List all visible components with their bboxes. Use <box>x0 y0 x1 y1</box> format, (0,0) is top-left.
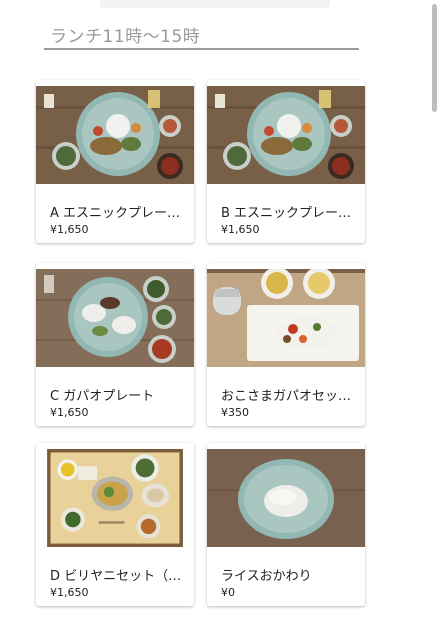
menu-card[interactable]: C ガパオプレート ¥1,650 <box>36 263 194 426</box>
menu-item-name: A エスニックプレー… <box>50 206 181 221</box>
section-header: ランチ11時〜15時 <box>44 18 359 50</box>
rice-refill-photo <box>207 449 365 547</box>
menu-item-price: ¥1,650 <box>221 223 260 236</box>
ethnic-plate-photo <box>36 86 194 184</box>
menu-item-name: C ガパオプレート <box>50 389 155 404</box>
menu-item-price: ¥1,650 <box>50 406 89 419</box>
menu-item-name: ライスおかわり <box>221 569 312 584</box>
menu-item-name: D ビリヤニセット（… <box>50 569 182 584</box>
kids-gapao-photo <box>207 269 365 367</box>
gapao-plate-photo <box>36 269 194 367</box>
ethnic-plate-photo <box>207 86 365 184</box>
menu-item-price: ¥350 <box>221 406 249 419</box>
top-bar-remnant <box>100 0 330 8</box>
menu-item-price: ¥1,650 <box>50 223 89 236</box>
menu-item-name: B エスニックプレー… <box>221 206 352 221</box>
menu-card[interactable]: おこさまガパオセッ… ¥350 <box>207 263 365 426</box>
section-title: ランチ11時〜15時 <box>50 27 201 47</box>
menu-item-name: おこさまガパオセッ… <box>221 389 352 404</box>
menu-card[interactable]: ライスおかわり ¥0 <box>207 443 365 606</box>
menu-card[interactable]: B エスニックプレー… ¥1,650 <box>207 80 365 243</box>
menu-item-price: ¥1,650 <box>50 586 89 599</box>
biryani-set-photo <box>36 449 194 547</box>
menu-card[interactable]: D ビリヤニセット（… ¥1,650 <box>36 443 194 606</box>
scrollbar[interactable] <box>432 4 437 112</box>
menu-card[interactable]: A エスニックプレー… ¥1,650 <box>36 80 194 243</box>
menu-item-price: ¥0 <box>221 586 235 599</box>
